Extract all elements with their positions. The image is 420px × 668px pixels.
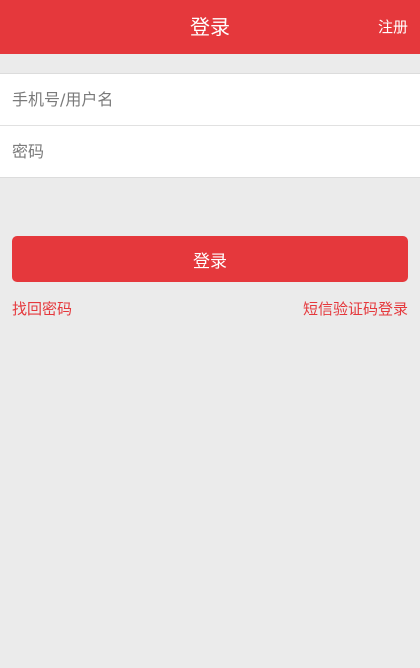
page-title: 登录 (190, 15, 230, 39)
sms-login-link[interactable]: 短信验证码登录 (303, 298, 408, 319)
password-input[interactable] (0, 126, 420, 177)
app-header: 登录 注册 (0, 0, 420, 54)
register-link[interactable]: 注册 (378, 0, 408, 54)
login-form (0, 73, 420, 178)
login-button[interactable]: 登录 (12, 236, 408, 282)
username-input[interactable] (0, 74, 420, 125)
forgot-password-link[interactable]: 找回密码 (12, 298, 72, 319)
